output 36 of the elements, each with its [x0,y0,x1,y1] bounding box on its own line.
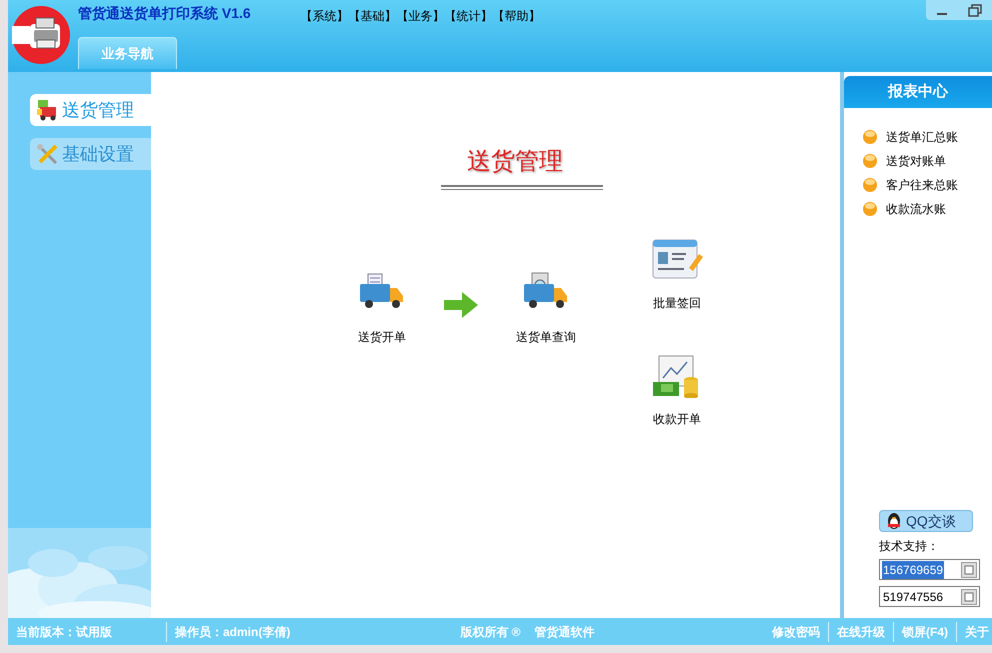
tools-icon [36,143,59,165]
operator-label: 操作员：admin(李倩) [175,624,290,640]
bullet-icon [862,177,878,193]
menu-item[interactable]: 【业务】 [396,7,445,25]
restore-icon[interactable] [968,4,982,16]
menu-item[interactable]: 【系统】 [300,7,349,25]
bullet-icon [862,129,878,145]
copy-icon[interactable] [961,588,977,604]
printer-logo-icon [10,4,72,66]
page-heading: 送货管理 [467,147,563,177]
report-link[interactable]: 送货单汇总账 [886,128,958,146]
copy-icon[interactable] [961,562,977,578]
bullet-icon [862,153,878,169]
company-label: 管货通软件 [534,624,595,640]
panel-header: 报表中心 [844,76,992,108]
app-title: 管货通送货单打印系统 V1.6 [78,4,251,23]
version-label: 当前版本：试用版 [16,624,113,640]
action-link[interactable]: 批量签回 [653,294,701,312]
penguin-icon [885,512,903,530]
menu-item[interactable]: 【统计】 [444,7,493,25]
report-link[interactable]: 送货对账单 [886,152,946,170]
action-link[interactable]: 送货开单 [358,328,406,346]
menu-item[interactable]: 【基础】 [348,7,397,25]
report-link[interactable]: 客户往来总账 [886,176,958,194]
copyright-label: 版权所有 ® [460,624,521,640]
arrow-icon [444,292,478,318]
report-link[interactable]: 收款流水账 [886,200,946,218]
action-link[interactable]: 送货单查询 [516,328,576,346]
number-field[interactable]: 156769659 [879,559,980,580]
bullet-icon [862,201,878,217]
qq-chat-button[interactable]: QQ交谈 [879,510,973,532]
menu-item[interactable]: 【帮助】 [492,7,541,25]
support-label: 技术支持： [879,538,939,555]
truck-icon [36,99,59,121]
action-link[interactable]: 收款开单 [653,410,701,428]
number-field[interactable]: 519747556 [879,586,980,607]
